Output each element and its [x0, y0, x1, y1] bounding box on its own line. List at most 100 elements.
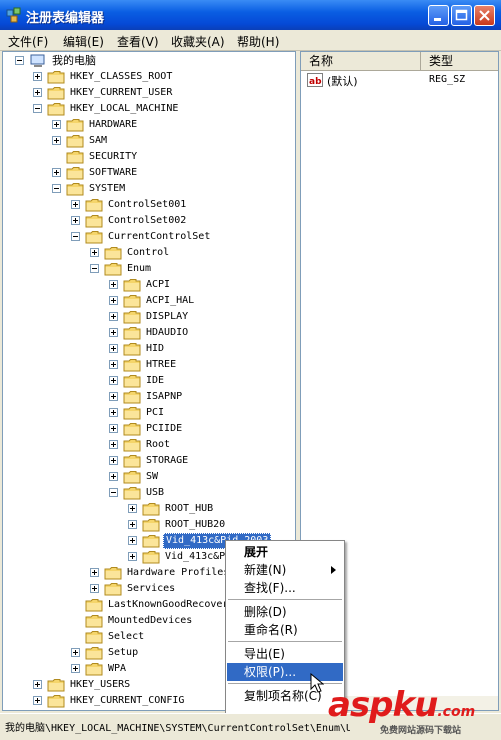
menu-help[interactable]: 帮助(H) — [237, 33, 279, 50]
expand-icon[interactable] — [90, 248, 99, 257]
folder-icon — [47, 70, 65, 84]
tree-node-label: CurrentControlSet — [108, 231, 211, 242]
collapse-icon[interactable] — [33, 104, 42, 113]
watermark-tld: .com — [437, 704, 476, 720]
expand-icon[interactable] — [128, 504, 137, 513]
context-menu-item-label: 权限(P)... — [244, 665, 297, 679]
tree-node-label: HKEY_USERS — [70, 679, 131, 690]
folder-icon — [66, 150, 84, 164]
expand-icon[interactable] — [33, 72, 42, 81]
expand-icon[interactable] — [109, 328, 118, 337]
expand-icon[interactable] — [109, 280, 118, 289]
expand-icon[interactable] — [33, 680, 42, 689]
expand-icon[interactable] — [128, 536, 137, 545]
expand-icon[interactable] — [109, 456, 118, 465]
folder-icon — [142, 518, 160, 532]
context-menu-item-label: 查找(F)... — [244, 581, 296, 595]
tree-node-label: Root — [146, 439, 171, 450]
tree-node-label: SECURITY — [89, 151, 138, 162]
expand-icon[interactable] — [71, 200, 80, 209]
context-menu-item-label: 重命名(R) — [244, 623, 298, 637]
menu-edit[interactable]: 编辑(E) — [63, 33, 104, 50]
expand-icon[interactable] — [109, 296, 118, 305]
context-menu-item[interactable]: 权限(P)... — [227, 663, 343, 681]
expand-icon[interactable] — [109, 424, 118, 433]
folder-icon — [85, 230, 103, 244]
list-item[interactable]: ab (默认) REG_SZ — [305, 72, 495, 88]
folder-icon — [123, 486, 141, 500]
tree-node-label: HTREE — [146, 359, 177, 370]
submenu-arrow-icon — [331, 566, 336, 574]
folder-icon — [123, 454, 141, 468]
expand-icon[interactable] — [71, 216, 80, 225]
column-header-type[interactable]: 类型 — [420, 52, 498, 71]
folder-icon — [123, 310, 141, 324]
expand-icon[interactable] — [52, 168, 61, 177]
folder-icon — [123, 470, 141, 484]
tree-node-label: SOFTWARE — [89, 167, 138, 178]
expand-icon[interactable] — [109, 376, 118, 385]
tree-node-label: Vid_413c&P — [165, 551, 226, 562]
folder-icon — [47, 694, 65, 708]
context-menu-item[interactable]: 展开 — [227, 543, 343, 561]
expand-icon[interactable] — [33, 88, 42, 97]
context-menu-item[interactable]: 新建(N) — [227, 561, 343, 579]
expand-icon[interactable] — [71, 648, 80, 657]
collapse-icon[interactable] — [90, 264, 99, 273]
menu-view[interactable]: 查看(V) — [117, 33, 159, 50]
expand-icon[interactable] — [109, 408, 118, 417]
svg-text:ab: ab — [309, 77, 322, 87]
collapse-icon[interactable] — [109, 488, 118, 497]
tree-node-label: Services — [127, 583, 176, 594]
expand-icon[interactable] — [128, 552, 137, 561]
context-menu-item[interactable]: 导出(E) — [227, 645, 343, 663]
collapse-icon[interactable] — [71, 232, 80, 241]
expand-icon[interactable] — [33, 696, 42, 705]
collapse-icon[interactable] — [52, 184, 61, 193]
context-menu-item[interactable]: 删除(D) — [227, 603, 343, 621]
tree-node-label: WPA — [108, 663, 127, 674]
expand-icon[interactable] — [109, 472, 118, 481]
expand-icon[interactable] — [90, 584, 99, 593]
folder-icon — [66, 118, 84, 132]
value-type: REG_SZ — [429, 74, 466, 85]
title-bar[interactable]: 注册表编辑器 — [0, 0, 501, 30]
tree-node-label: IDE — [146, 375, 165, 386]
context-menu-item[interactable]: 复制项名称(C) — [227, 687, 343, 705]
tree-node-label: HID — [146, 343, 165, 354]
folder-icon — [104, 262, 122, 276]
context-menu-item-label: 删除(D) — [244, 605, 287, 619]
tree-node-label: HDAUDIO — [146, 327, 189, 338]
tree-node-label: STORAGE — [146, 455, 189, 466]
collapse-icon[interactable] — [15, 56, 24, 65]
context-menu-item[interactable]: 查找(F)... — [227, 579, 343, 597]
maximize-button[interactable] — [451, 5, 472, 26]
close-button[interactable] — [474, 5, 495, 26]
tree-node-label: ACPI_HAL — [146, 295, 195, 306]
tree-node-label: ISAPNP — [146, 391, 183, 402]
folder-icon — [142, 550, 160, 564]
minimize-button[interactable] — [428, 5, 449, 26]
expand-icon[interactable] — [109, 440, 118, 449]
folder-icon — [104, 246, 122, 260]
computer-icon — [30, 54, 45, 67]
context-menu-item[interactable]: 重命名(R) — [227, 621, 343, 639]
column-header-name[interactable]: 名称 — [301, 52, 427, 71]
expand-icon[interactable] — [52, 120, 61, 129]
expand-icon[interactable] — [109, 360, 118, 369]
expand-icon[interactable] — [52, 136, 61, 145]
expand-icon[interactable] — [109, 312, 118, 321]
menu-favorites[interactable]: 收藏夹(A) — [171, 33, 225, 50]
maximize-icon — [455, 9, 468, 21]
expand-icon[interactable] — [71, 664, 80, 673]
expand-icon[interactable] — [90, 568, 99, 577]
watermark-brand: aspku — [328, 685, 438, 725]
tree-node-label: ControlSet002 — [108, 215, 187, 226]
expand-icon[interactable] — [109, 392, 118, 401]
expand-icon[interactable] — [128, 520, 137, 529]
context-menu-item-label: 新建(N) — [244, 563, 287, 577]
menu-file[interactable]: 文件(F) — [8, 33, 48, 50]
tree-node-label: Hardware Profiles — [127, 567, 230, 578]
expand-icon[interactable] — [109, 344, 118, 353]
mouse-cursor-icon — [310, 673, 324, 693]
